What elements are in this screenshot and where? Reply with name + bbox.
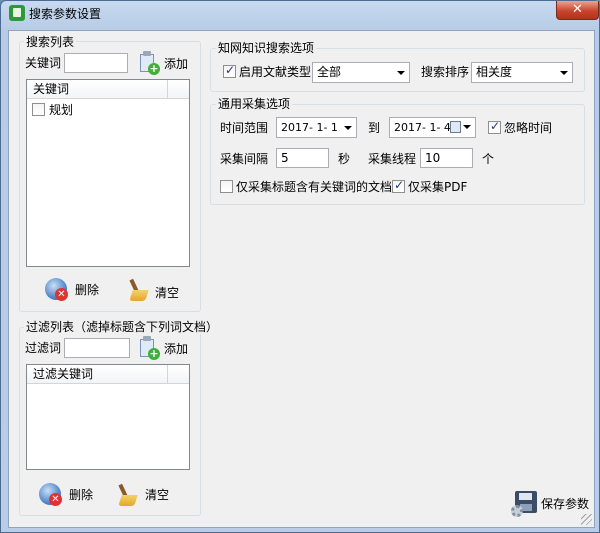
doc-type-value: 全部 — [317, 65, 342, 79]
cnki-options-title: 知网知识搜索选项 — [216, 41, 317, 55]
add-keyword-icon[interactable]: + — [138, 51, 160, 75]
ignore-time-label: 忽略时间 — [504, 121, 553, 135]
search-list-title: 搜索列表 — [24, 35, 77, 49]
add-filter-button[interactable]: 添加 — [164, 342, 188, 356]
date-to-value: 2017- 1- 4 — [394, 121, 451, 134]
doc-type-label: 文献类型 — [263, 65, 312, 79]
keyword-item-checkbox[interactable] — [32, 103, 45, 116]
sort-label: 搜索排序 — [421, 65, 470, 79]
ignore-time-checkbox[interactable] — [488, 119, 501, 134]
date-to-picker[interactable]: 2017- 1- 4 — [389, 117, 476, 138]
title-bar: 搜索参数设置 ✕ — [1, 1, 599, 25]
date-from-picker[interactable]: 2017- 1- 1 — [276, 117, 357, 138]
filter-column-header-end — [167, 365, 189, 384]
clear-keywords-icon[interactable] — [127, 278, 149, 303]
to-label: 到 — [368, 121, 381, 135]
delete-filter-button[interactable]: 删除 — [69, 488, 93, 502]
close-button[interactable]: ✕ — [556, 1, 599, 20]
date-from-value: 2017- 1- 1 — [281, 121, 338, 134]
clear-filters-icon[interactable] — [116, 483, 138, 508]
sort-value: 相关度 — [476, 65, 513, 79]
add-keyword-button[interactable]: 添加 — [164, 57, 188, 71]
save-button[interactable]: 保存参数 — [541, 497, 589, 511]
keyword-column-header-end — [167, 80, 189, 99]
resize-grip[interactable] — [581, 514, 592, 525]
threads-input[interactable]: 10 — [420, 148, 473, 168]
app-icon — [9, 5, 25, 21]
general-options-title: 通用采集选项 — [216, 97, 293, 111]
interval-label: 采集间隔 — [220, 152, 269, 166]
chevron-down-icon — [560, 71, 568, 75]
keyword-column-header[interactable]: 关键词 — [27, 80, 167, 99]
clear-keywords-button[interactable]: 清空 — [155, 286, 179, 300]
calendar-icon[interactable] — [450, 120, 472, 135]
doc-type-select[interactable]: 全部 — [312, 62, 410, 83]
clear-filters-button[interactable]: 清空 — [145, 488, 169, 502]
sort-select[interactable]: 相关度 — [471, 62, 573, 83]
save-icon[interactable] — [511, 491, 541, 519]
delete-filter-icon[interactable]: ✕ — [39, 483, 63, 507]
title-keyword-only-label: 仅采集标题含有关键词的文档 — [236, 180, 393, 194]
interval-unit: 秒 — [338, 152, 351, 166]
enable-cnki-label: 启用 — [239, 65, 264, 79]
client-area: 搜索列表 关键词 + 添加 关键词 规划 ✕ 删除 清空 过滤列表（滤掉标题含下… — [8, 30, 595, 528]
window-title: 搜索参数设置 — [29, 7, 102, 21]
delete-keyword-button[interactable]: 删除 — [75, 283, 99, 297]
pdf-only-label: 仅采集PDF — [408, 180, 468, 194]
filter-word-label: 过滤词 — [25, 341, 62, 355]
keyword-label: 关键词 — [25, 56, 62, 70]
chevron-down-icon — [397, 71, 405, 75]
list-item[interactable]: 规划 — [31, 102, 181, 118]
title-keyword-only-checkbox[interactable] — [220, 180, 233, 193]
filter-list-title: 过滤列表（滤掉标题含下列词文档） — [24, 320, 221, 334]
threads-label: 采集线程 — [368, 152, 417, 166]
chevron-down-icon — [344, 126, 352, 130]
enable-cnki-checkbox[interactable] — [223, 63, 236, 78]
keyword-item-label: 规划 — [49, 103, 74, 117]
filter-column-header[interactable]: 过滤关键词 — [27, 365, 167, 384]
add-filter-icon[interactable]: + — [138, 336, 160, 360]
delete-keyword-icon[interactable]: ✕ — [45, 278, 69, 302]
keyword-list[interactable]: 关键词 规划 — [26, 79, 190, 267]
filter-word-input[interactable] — [64, 338, 130, 358]
pdf-only-checkbox[interactable] — [392, 178, 405, 193]
keyword-input[interactable] — [64, 53, 128, 73]
time-range-label: 时间范围 — [220, 121, 269, 135]
threads-unit: 个 — [482, 152, 495, 166]
filter-list[interactable]: 过滤关键词 — [26, 364, 190, 470]
settings-window: 搜索参数设置 ✕ 搜索列表 关键词 + 添加 关键词 规划 ✕ 删除 清空 过滤… — [0, 0, 600, 533]
interval-input[interactable]: 5 — [276, 148, 329, 168]
